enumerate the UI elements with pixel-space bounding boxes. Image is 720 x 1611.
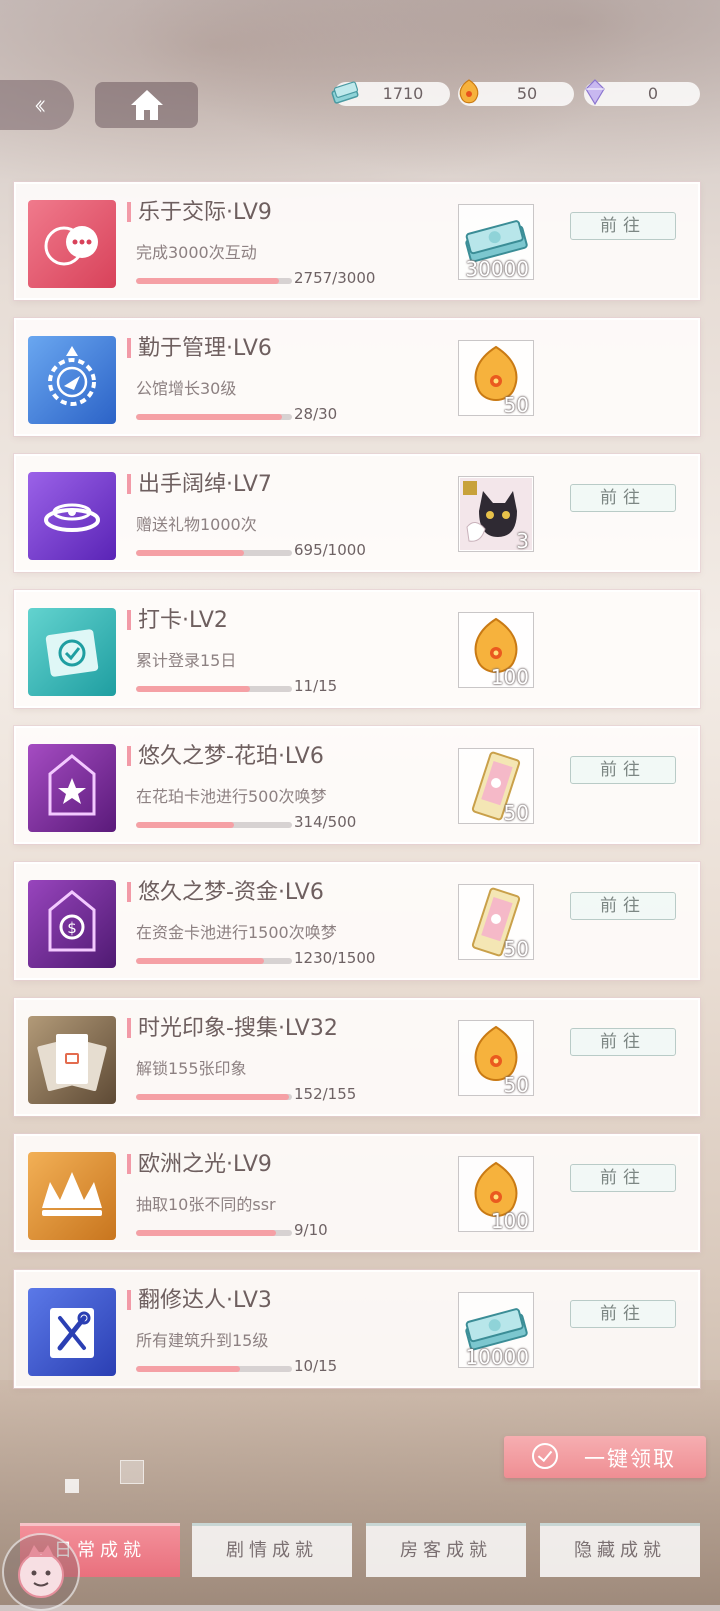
gift-ring-icon xyxy=(28,472,116,560)
progress-count: 1230/1500 xyxy=(294,949,376,967)
reward-item[interactable]: 10000 xyxy=(458,1292,534,1369)
go-button[interactable]: 前往 xyxy=(570,1028,676,1056)
reward-qty: 3 xyxy=(516,529,529,553)
progress-bar xyxy=(136,550,292,556)
amber-gem-icon xyxy=(459,79,479,104)
achievement-desc: 完成3000次互动 xyxy=(136,243,257,262)
tools-icon xyxy=(28,1288,116,1376)
achievement-title: 乐于交际·LV9 xyxy=(138,200,272,225)
tab-story-achievements[interactable]: 剧情成就 xyxy=(192,1523,352,1577)
mascot-avatar-icon[interactable] xyxy=(2,1533,80,1611)
cash-stack-icon xyxy=(331,81,359,104)
reward-item[interactable]: 100 xyxy=(458,612,534,689)
progress-bar xyxy=(136,278,292,284)
achievement-desc: 抽取10张不同的ssr xyxy=(136,1195,276,1214)
progress-count: 28/30 xyxy=(294,405,338,423)
reward-item[interactable]: 50 xyxy=(458,748,534,825)
home-button[interactable] xyxy=(95,82,198,128)
reward-qty: 50 xyxy=(503,937,529,961)
achievement-card: 欧洲之光·LV9 抽取10张不同的ssr 9/10 100 前往 xyxy=(14,1134,700,1252)
go-button[interactable]: 前往 xyxy=(570,212,676,240)
gear-compass-icon xyxy=(28,336,116,424)
progress-bar xyxy=(136,1230,292,1236)
progress-count: 9/10 xyxy=(294,1221,328,1239)
achievement-card: 悠久之梦-花珀·LV6 在花珀卡池进行500次唤梦 314/500 50 前往 xyxy=(14,726,700,844)
achievement-desc: 在花珀卡池进行500次唤梦 xyxy=(136,787,327,806)
reward-qty: 100 xyxy=(490,1209,529,1233)
achievement-desc: 所有建筑升到15级 xyxy=(136,1331,269,1350)
currency-crystal[interactable]: 0 xyxy=(584,79,700,106)
achievement-title: 悠久之梦-资金·LV6 xyxy=(138,880,324,905)
go-button[interactable]: 前往 xyxy=(570,484,676,512)
progress-bar xyxy=(136,686,292,692)
achievement-desc: 赠送礼物1000次 xyxy=(136,515,257,534)
reward-qty: 100 xyxy=(490,665,529,689)
svg-text:$: $ xyxy=(67,919,77,937)
progress-bar xyxy=(136,1094,292,1100)
reward-item[interactable]: 50 xyxy=(458,1020,534,1097)
achievement-card: 时光印象-搜集·LV32 解锁155张印象 152/155 50 前往 xyxy=(14,998,700,1116)
double-chevron-left-icon: ‹‹ xyxy=(33,87,47,123)
currency-cash[interactable]: 1710 xyxy=(331,81,450,106)
reward-item[interactable]: 100 xyxy=(458,1156,534,1233)
progress-count: 695/1000 xyxy=(294,541,366,559)
star-badge-icon xyxy=(28,744,116,832)
go-button[interactable]: 前往 xyxy=(570,1164,676,1192)
tab-hidden-achievements[interactable]: 隐藏成就 xyxy=(540,1523,700,1577)
chat-bubbles-icon xyxy=(28,200,116,288)
check-circle-icon xyxy=(532,1443,558,1469)
go-button[interactable]: 前往 xyxy=(570,892,676,920)
achievement-card: 出手阔绰·LV7 赠送礼物1000次 695/1000 3 前往 xyxy=(14,454,700,572)
progress-count: 314/500 xyxy=(294,813,357,831)
achievement-desc: 累计登录15日 xyxy=(136,651,237,670)
achievement-desc: 在资金卡池进行1500次唤梦 xyxy=(136,923,337,942)
reward-item[interactable]: 30000 xyxy=(458,204,534,281)
achievement-title: 出手阔绰·LV7 xyxy=(138,472,272,497)
decorative-square xyxy=(65,1479,79,1493)
achievement-title: 时光印象-搜集·LV32 xyxy=(138,1016,338,1041)
achievement-card: 乐于交际·LV9 完成3000次互动 2757/3000 30000 前往 xyxy=(14,182,700,300)
home-icon xyxy=(130,90,163,120)
go-button[interactable]: 前往 xyxy=(570,756,676,784)
coin-badge-icon: $ xyxy=(28,880,116,968)
achievement-title: 打卡·LV2 xyxy=(138,608,228,633)
back-button[interactable]: ‹‹ xyxy=(0,80,74,130)
reward-qty: 30000 xyxy=(465,257,529,281)
achievement-card: 打卡·LV2 累计登录15日 11/15 100 xyxy=(14,590,700,708)
progress-count: 11/15 xyxy=(294,677,338,695)
progress-bar xyxy=(136,958,292,964)
tab-tenant-achievements[interactable]: 房客成就 xyxy=(366,1523,526,1577)
progress-bar xyxy=(136,1366,292,1372)
currency-amber[interactable]: 50 xyxy=(458,79,574,106)
progress-bar xyxy=(136,822,292,828)
reward-qty: 10000 xyxy=(465,1345,529,1369)
decorative-square xyxy=(120,1460,144,1484)
achievement-desc: 解锁155张印象 xyxy=(136,1059,247,1078)
progress-count: 10/15 xyxy=(294,1357,338,1375)
achievement-card: $ 悠久之梦-资金·LV6 在资金卡池进行1500次唤梦 1230/1500 5… xyxy=(14,862,700,980)
progress-bar xyxy=(136,414,292,420)
progress-count: 152/155 xyxy=(294,1085,357,1103)
achievement-card: 勤于管理·LV6 公馆增长30级 28/30 50 xyxy=(14,318,700,436)
reward-qty: 50 xyxy=(503,1073,529,1097)
checkin-calendar-icon xyxy=(28,608,116,696)
go-button[interactable]: 前往 xyxy=(570,1300,676,1328)
achievement-card: 翻修达人·LV3 所有建筑升到15级 10/15 10000 前往 xyxy=(14,1270,700,1388)
achievement-title: 悠久之梦-花珀·LV6 xyxy=(138,744,324,769)
reward-item[interactable]: 50 xyxy=(458,884,534,961)
crown-icon xyxy=(28,1152,116,1240)
progress-count: 2757/3000 xyxy=(294,269,376,287)
reward-qty: 50 xyxy=(503,801,529,825)
claim-all-button[interactable]: 一键领取 xyxy=(504,1436,706,1478)
achievement-title: 勤于管理·LV6 xyxy=(138,336,272,361)
photo-cards-icon xyxy=(28,1016,116,1104)
achievement-title: 欧洲之光·LV9 xyxy=(138,1152,272,1177)
crystal-icon xyxy=(585,79,605,106)
achievement-desc: 公馆增长30级 xyxy=(136,379,237,398)
achievement-title: 翻修达人·LV3 xyxy=(138,1288,272,1313)
reward-item[interactable]: 3 xyxy=(458,476,534,553)
reward-item[interactable]: 50 xyxy=(458,340,534,417)
reward-qty: 50 xyxy=(503,393,529,417)
